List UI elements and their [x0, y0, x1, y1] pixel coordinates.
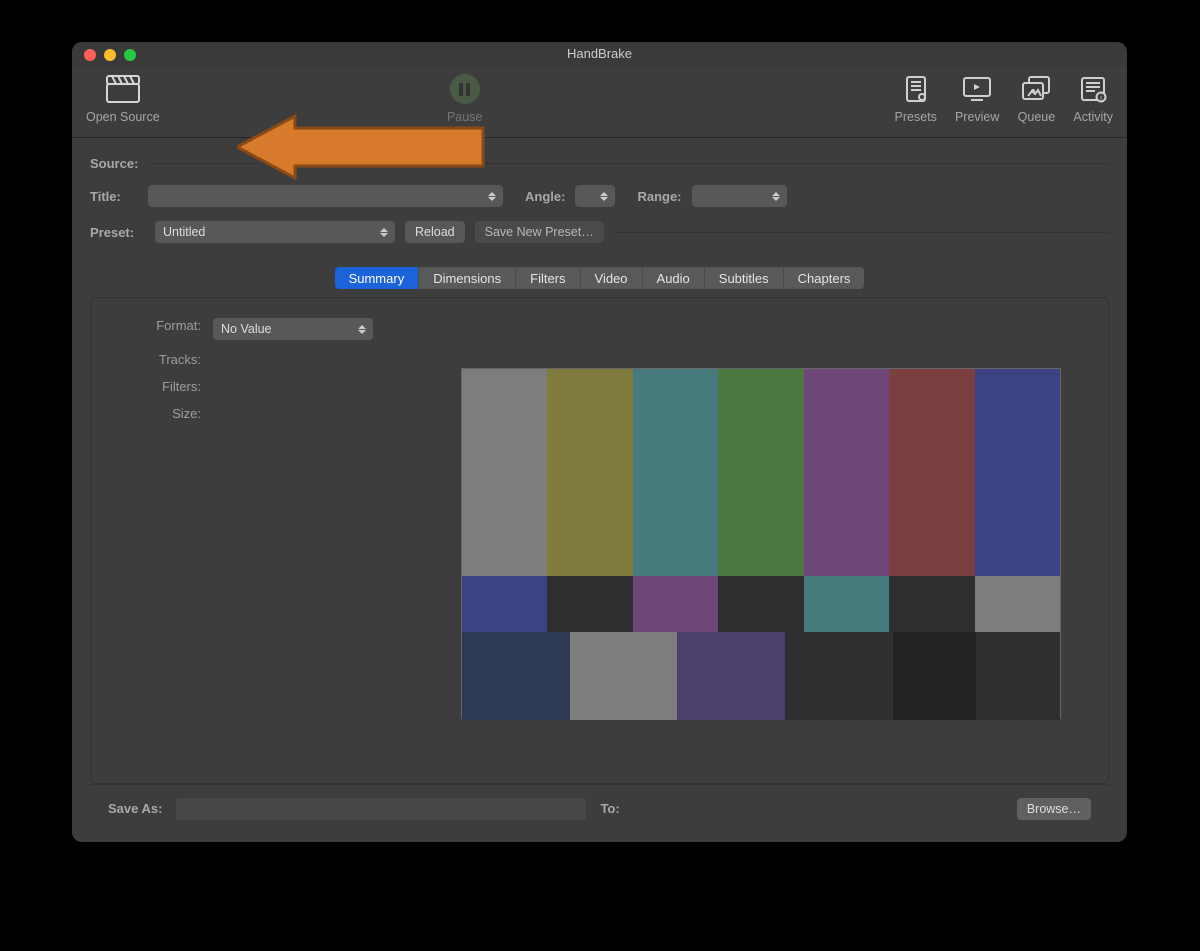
tab-video[interactable]: Video [581, 267, 643, 289]
open-source-label: Open Source [86, 110, 160, 124]
format-select[interactable]: No Value [213, 318, 373, 340]
reload-button[interactable]: Reload [405, 221, 465, 243]
pause-icon [450, 74, 480, 104]
preset-select[interactable]: Untitled [155, 221, 395, 243]
activity-label: Activity [1073, 110, 1113, 124]
title-label: Title: [90, 189, 138, 204]
chevron-updown-icon [597, 188, 611, 204]
angle-label: Angle: [525, 189, 565, 204]
preview-label: Preview [955, 110, 999, 124]
filters-label: Filters: [141, 379, 201, 394]
queue-icon [1017, 72, 1055, 106]
activity-icon: i [1074, 72, 1112, 106]
save-as-input[interactable] [176, 798, 586, 820]
save-as-label: Save As: [108, 801, 162, 816]
pause-button: Pause [446, 72, 484, 124]
divider [148, 163, 1109, 164]
title-select[interactable] [148, 185, 503, 207]
save-new-preset-button[interactable]: Save New Preset… [475, 221, 604, 243]
tab-filters[interactable]: Filters [516, 267, 580, 289]
summary-panel: Format: No Value Tracks: Filters: Size: [90, 297, 1109, 784]
app-window: HandBrake Open Source Pause Presets [72, 42, 1127, 842]
tab-summary[interactable]: Summary [335, 267, 420, 289]
queue-label: Queue [1018, 110, 1056, 124]
source-label: Source: [90, 156, 138, 171]
angle-select[interactable] [575, 185, 615, 207]
size-label: Size: [141, 406, 201, 421]
tab-bar: SummaryDimensionsFiltersVideoAudioSubtit… [335, 267, 865, 289]
tracks-label: Tracks: [141, 352, 201, 367]
chevron-updown-icon [485, 188, 499, 204]
tab-subtitles[interactable]: Subtitles [705, 267, 784, 289]
presets-icon [897, 72, 935, 106]
open-source-button[interactable]: Open Source [86, 72, 160, 124]
divider [614, 232, 1109, 233]
range-label: Range: [637, 189, 681, 204]
titlebar: HandBrake [72, 42, 1127, 66]
range-select[interactable] [692, 185, 787, 207]
tab-chapters[interactable]: Chapters [784, 267, 865, 289]
chevron-updown-icon [355, 321, 369, 337]
tab-dimensions[interactable]: Dimensions [419, 267, 516, 289]
pause-label: Pause [447, 110, 482, 124]
toolbar: Open Source Pause Presets Preview Queue [72, 66, 1127, 138]
preview-thumbnail [461, 368, 1061, 719]
chevron-updown-icon [769, 188, 783, 204]
to-label: To: [600, 801, 619, 816]
browse-button[interactable]: Browse… [1017, 798, 1091, 820]
presets-label: Presets [895, 110, 937, 124]
activity-button[interactable]: i Activity [1073, 72, 1113, 124]
format-label: Format: [141, 318, 201, 340]
preset-label: Preset: [90, 225, 145, 240]
presets-button[interactable]: Presets [895, 72, 937, 124]
preview-icon [958, 72, 996, 106]
chevron-updown-icon [377, 224, 391, 240]
main-body: Source: Title: Angle: Range: Preset: Unt… [72, 138, 1127, 842]
clapperboard-icon [104, 72, 142, 106]
footer: Save As: To: Browse… [90, 784, 1109, 832]
queue-button[interactable]: Queue [1017, 72, 1055, 124]
preview-button[interactable]: Preview [955, 72, 999, 124]
tab-audio[interactable]: Audio [643, 267, 705, 289]
window-title: HandBrake [72, 46, 1127, 61]
